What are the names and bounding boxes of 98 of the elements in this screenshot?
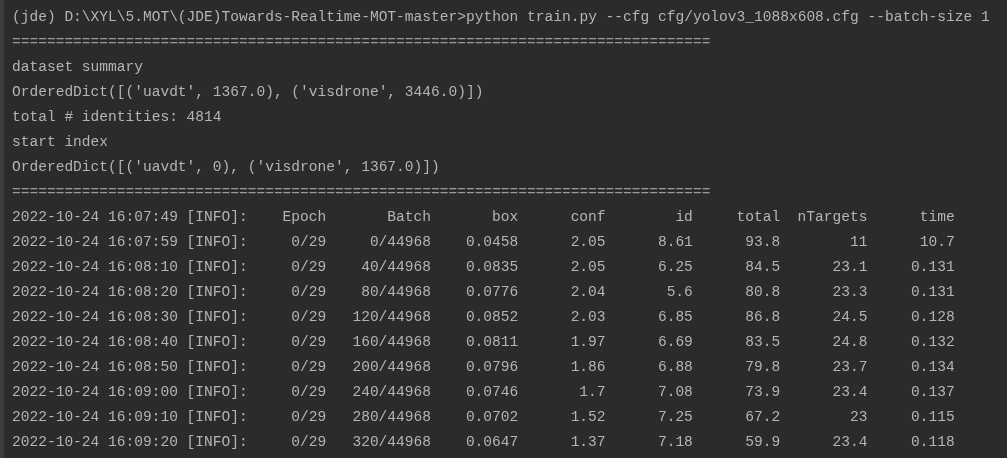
output-line: dataset summary: [12, 58, 143, 77]
table-cell-text: 0/29: [290, 408, 327, 427]
output-line: OrderedDict([('uavdt', 1367.0), ('visdrone', 3446.0)]): [12, 83, 484, 102]
table-cell-text: 280/44968: [351, 408, 431, 427]
table-cell-text: 79.8: [744, 358, 781, 377]
table-cell-text: 0.0835: [464, 258, 519, 277]
table-cell-text: 23.4: [831, 383, 868, 402]
column-header: nTargets: [796, 208, 868, 227]
table-cell-text: 120/44968: [351, 308, 431, 327]
log-timestamp: 2022-10-24 16:08:40 [INFO]:: [12, 333, 248, 352]
table-cell-text: 1.7: [578, 383, 606, 402]
table-cell-text: 40/44968: [360, 258, 431, 277]
log-timestamp: 2022-10-24 16:09:00 [INFO]:: [12, 383, 248, 402]
table-cell-text: 10.7: [918, 233, 955, 252]
table-cell-text: 24.5: [831, 308, 868, 327]
table-cell-text: 23: [848, 408, 868, 427]
log-timestamp: 2022-10-24 16:08:50 [INFO]:: [12, 358, 248, 377]
table-cell-text: 0.137: [910, 383, 955, 402]
table-cell-text: 0.128: [910, 308, 955, 327]
table-cell-text: 320/44968: [351, 433, 431, 452]
table-cell-text: 67.2: [744, 408, 781, 427]
column-header: box: [491, 208, 519, 227]
table-cell-text: 2.05: [569, 258, 606, 277]
table-cell-text: 6.69: [656, 333, 693, 352]
table-cell-text: 0/29: [290, 358, 327, 377]
table-cell-text: 0.115: [910, 408, 955, 427]
log-timestamp: 2022-10-24 16:08:30 [INFO]:: [12, 308, 248, 327]
table-cell-text: 86.8: [744, 308, 781, 327]
table-cell-text: 0.0647: [464, 433, 519, 452]
table-cell-text: 7.08: [656, 383, 693, 402]
table-cell-text: 24.8: [831, 333, 868, 352]
output-line: OrderedDict([('uavdt', 0), ('visdrone', 1367.0)]): [12, 158, 440, 177]
table-cell-text: 80.8: [744, 283, 781, 302]
table-cell-text: 0/29: [290, 333, 327, 352]
table-cell-text: 23.4: [831, 433, 868, 452]
table-cell-text: 11: [848, 233, 868, 252]
table-cell-text: 80/44968: [360, 283, 431, 302]
table-cell-text: 8.61: [656, 233, 693, 252]
column-header: total: [735, 208, 781, 227]
table-cell-text: 73.9: [744, 383, 781, 402]
table-cell-text: 0.134: [910, 358, 955, 377]
table-cell-text: 84.5: [744, 258, 781, 277]
table-cell-text: 0.131: [910, 258, 955, 277]
table-cell-text: 0.0796: [464, 358, 519, 377]
column-header: conf: [569, 208, 606, 227]
separator-line: ================================================================================: [12, 33, 711, 52]
table-cell-text: 0/29: [290, 258, 327, 277]
command-line: (jde) D:\XYL\5.MOT\(JDE)Towards-Realtime-MOT-master>python train.py --cfg cfg/yolov3_1088x608.cfg --batch-size 1: [12, 8, 990, 27]
table-cell-text: 23.7: [831, 358, 868, 377]
column-header: Epoch: [281, 208, 327, 227]
table-cell-text: 0.0458: [464, 233, 519, 252]
table-cell-text: 1.97: [569, 333, 606, 352]
column-header: time: [918, 208, 955, 227]
log-timestamp: 2022-10-24 16:08:10 [INFO]:: [12, 258, 248, 277]
log-timestamp: 2022-10-24 16:07:59 [INFO]:: [12, 233, 248, 252]
table-cell-text: 0/29: [290, 283, 327, 302]
table-cell-text: 0/29: [290, 233, 327, 252]
table-cell-text: 0/29: [290, 383, 327, 402]
table-cell-text: 1.52: [569, 408, 606, 427]
table-cell-text: 1.86: [569, 358, 606, 377]
column-header: Batch: [386, 208, 431, 227]
table-cell-text: 200/44968: [351, 358, 431, 377]
table-cell-text: 59.9: [744, 433, 781, 452]
table-cell-text: 2.04: [569, 283, 606, 302]
table-cell-text: 2.05: [569, 233, 606, 252]
table-cell-text: 0.118: [910, 433, 955, 452]
table-cell-text: 2.03: [569, 308, 606, 327]
table-cell-text: 0/29: [290, 308, 327, 327]
log-timestamp: 2022-10-24 16:08:20 [INFO]:: [12, 283, 248, 302]
table-cell-text: 6.88: [656, 358, 693, 377]
table-cell-text: 160/44968: [351, 333, 431, 352]
output-line: start index: [12, 133, 109, 152]
table-cell-text: 0.0702: [464, 408, 519, 427]
log-timestamp: 2022-10-24 16:09:10 [INFO]:: [12, 408, 248, 427]
table-cell-text: 5.6: [665, 283, 693, 302]
column-header: id: [674, 208, 693, 227]
table-cell-text: 23.3: [831, 283, 868, 302]
output-line: total # identities: 4814: [12, 108, 222, 127]
table-cell-text: 1.37: [569, 433, 606, 452]
table-cell-text: 7.18: [656, 433, 693, 452]
table-cell-text: 23.1: [831, 258, 868, 277]
table-cell-text: 240/44968: [351, 383, 431, 402]
table-cell-text: 0/29: [290, 433, 327, 452]
table-cell-text: 0/44968: [368, 233, 431, 252]
table-cell-text: 0.0852: [464, 308, 519, 327]
table-cell-text: 7.25: [656, 408, 693, 427]
table-cell-text: 0.131: [910, 283, 955, 302]
table-cell-text: 0.132: [910, 333, 955, 352]
table-cell-text: 83.5: [744, 333, 781, 352]
table-cell-text: 6.25: [656, 258, 693, 277]
table-cell-text: 0.0776: [464, 283, 519, 302]
log-timestamp: 2022-10-24 16:09:20 [INFO]:: [12, 433, 248, 452]
separator-line: ================================================================================: [12, 183, 711, 202]
table-cell-text: 0.0811: [464, 333, 519, 352]
table-cell-text: 0.0746: [464, 383, 519, 402]
table-cell-text: 93.8: [744, 233, 781, 252]
table-cell-text: 6.85: [656, 308, 693, 327]
log-timestamp: 2022-10-24 16:07:49 [INFO]:: [12, 208, 248, 227]
